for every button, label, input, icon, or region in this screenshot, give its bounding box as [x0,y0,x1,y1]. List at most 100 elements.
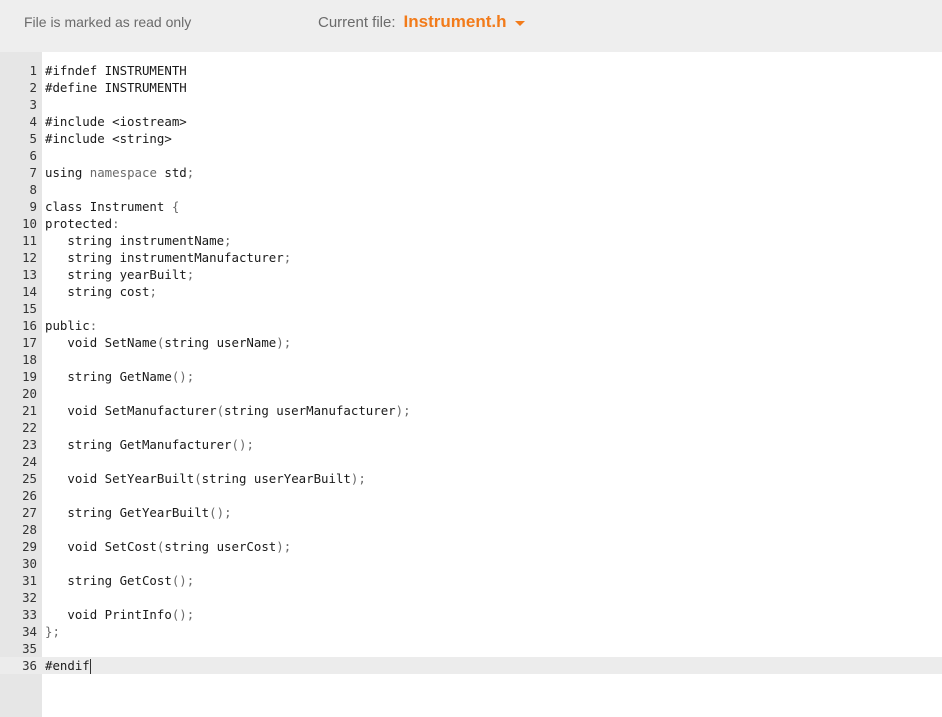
line-number: 11 [22,233,37,248]
line-number: 8 [29,182,37,197]
code-text[interactable]: void SetName(string userName); [45,334,291,351]
code-line[interactable]: 28 [0,521,942,538]
line-number: 12 [22,250,37,265]
line-number: 17 [22,335,37,350]
line-number: 7 [29,165,37,180]
code-line[interactable]: 15 [0,300,942,317]
code-line[interactable]: 20 [0,385,942,402]
line-number: 27 [22,505,37,520]
code-text[interactable]: using namespace std; [45,164,194,181]
code-line[interactable]: 11 string instrumentName; [0,232,942,249]
read-only-notice: File is marked as read only [24,14,192,30]
code-line[interactable]: 10 protected: [0,215,942,232]
line-number: 19 [22,369,37,384]
code-text[interactable]: #include <iostream> [45,113,187,130]
line-number: 2 [29,80,37,95]
code-line[interactable]: 7 using namespace std; [0,164,942,181]
code-text[interactable]: protected: [45,215,120,232]
code-line[interactable]: 19 string GetName(); [0,368,942,385]
current-file-name[interactable]: Instrument.h [404,12,507,32]
code-line[interactable]: 16 public: [0,317,942,334]
code-line[interactable]: 22 [0,419,942,436]
code-line[interactable]: 1 #ifndef INSTRUMENTH [0,62,942,79]
code-line[interactable]: 25 void SetYearBuilt(string userYearBuil… [0,470,942,487]
line-number: 4 [29,114,37,129]
current-file-label: Current file: [318,13,396,31]
code-text[interactable]: string GetManufacturer(); [45,436,254,453]
code-line[interactable]: 6 [0,147,942,164]
line-number: 9 [29,199,37,214]
code-line[interactable]: 8 [0,181,942,198]
code-text[interactable]: string instrumentManufacturer; [45,249,291,266]
line-number: 5 [29,131,37,146]
chevron-down-icon[interactable] [515,20,526,26]
code-line[interactable]: 3 [0,96,942,113]
code-line[interactable]: 32 [0,589,942,606]
line-number: 29 [22,539,37,554]
code-text[interactable]: string GetCost(); [45,572,194,589]
line-number: 20 [22,386,37,401]
code-line[interactable]: 5 #include <string> [0,130,942,147]
code-text[interactable]: #ifndef INSTRUMENTH [45,62,187,79]
code-line[interactable]: 2 #define INSTRUMENTH [0,79,942,96]
code-line[interactable]: 17 void SetName(string userName); [0,334,942,351]
code-text[interactable]: string instrumentName; [45,232,231,249]
line-number: 24 [22,454,37,469]
code-line[interactable]: 9 class Instrument { [0,198,942,215]
code-line[interactable]: 26 [0,487,942,504]
code-line[interactable]: 21 void SetManufacturer(string userManuf… [0,402,942,419]
code-line[interactable]: 33 void PrintInfo(); [0,606,942,623]
line-number: 25 [22,471,37,486]
code-line[interactable]: 12 string instrumentManufacturer; [0,249,942,266]
code-line[interactable]: 18 [0,351,942,368]
line-number: 3 [29,97,37,112]
code-line[interactable]: 4 #include <iostream> [0,113,942,130]
line-number: 22 [22,420,37,435]
code-text[interactable]: class Instrument { [45,198,179,215]
code-text[interactable]: #define INSTRUMENTH [45,79,187,96]
code-text[interactable]: #include <string> [45,130,172,147]
line-number: 21 [22,403,37,418]
code-text[interactable]: void SetCost(string userCost); [45,538,291,555]
code-line[interactable]: 24 [0,453,942,470]
line-number: 13 [22,267,37,282]
line-number: 31 [22,573,37,588]
code-text[interactable]: void PrintInfo(); [45,606,194,623]
code-line[interactable]: 27 string GetYearBuilt(); [0,504,942,521]
code-text[interactable]: }; [45,623,60,640]
code-text[interactable]: void SetManufacturer(string userManufact… [45,402,410,419]
code-text[interactable]: string GetName(); [45,368,194,385]
code-line[interactable]: 14 string cost; [0,283,942,300]
code-text[interactable]: string yearBuilt; [45,266,194,283]
code-line[interactable]: 35 [0,640,942,657]
line-number: 10 [22,216,37,231]
code-text[interactable]: string GetYearBuilt(); [45,504,231,521]
line-number: 30 [22,556,37,571]
code-text[interactable]: string cost; [45,283,157,300]
code-line[interactable]: 36 #endif [0,657,942,674]
code-line[interactable]: 31 string GetCost(); [0,572,942,589]
line-number: 14 [22,284,37,299]
code-line[interactable]: 34}; [0,623,942,640]
line-number: 33 [22,607,37,622]
line-number: 36 [22,658,37,673]
text-cursor [89,659,91,674]
line-number: 6 [29,148,37,163]
code-line[interactable]: 30 [0,555,942,572]
code-text[interactable]: void SetYearBuilt(string userYearBuilt); [45,470,365,487]
code-text[interactable]: public: [45,317,97,334]
code-editor[interactable]: 1 #ifndef INSTRUMENTH 2 #define INSTRUMENTH… [0,62,942,674]
code-line[interactable]: 23 string GetManufacturer(); [0,436,942,453]
line-number: 35 [22,641,37,656]
line-number: 34 [22,624,37,639]
line-number: 32 [22,590,37,605]
line-number: 16 [22,318,37,333]
current-file-selector[interactable]: Current file: Instrument.h [318,12,526,32]
line-number: 23 [22,437,37,452]
line-number: 18 [22,352,37,367]
code-text[interactable]: #endif [45,657,91,674]
line-number: 15 [22,301,37,316]
code-line[interactable]: 13 string yearBuilt; [0,266,942,283]
line-number: 26 [22,488,37,503]
code-line[interactable]: 29 void SetCost(string userCost); [0,538,942,555]
